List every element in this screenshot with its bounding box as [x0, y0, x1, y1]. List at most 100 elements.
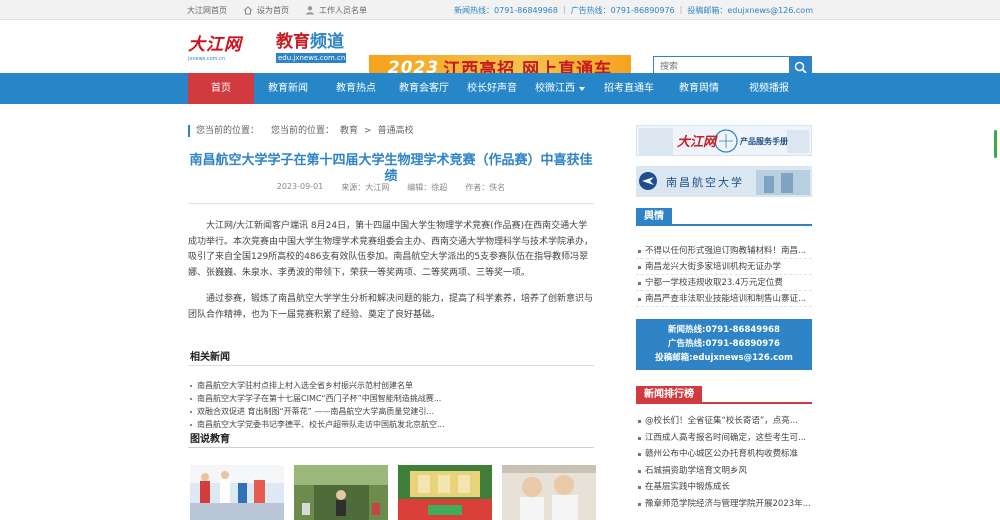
- photo-thumb[interactable]: [398, 465, 492, 520]
- scrollbar-thumb[interactable]: [994, 130, 997, 158]
- divider: [188, 203, 594, 204]
- article-paragraph: 大江网/大江新闻客户端讯 8月24日，第十四届中国大学生物理学术竞赛(作品赛)在…: [188, 221, 594, 278]
- nav-edu-opinion-label: 教育舆情: [679, 83, 719, 94]
- article-source: 来源：大江网: [341, 183, 390, 192]
- separator: |: [562, 4, 566, 14]
- dajiang-logo-url: jxnews.com.cn: [188, 56, 226, 62]
- news-hotline: 新闻热线：0791-86849968: [454, 5, 558, 15]
- list-item[interactable]: 石城捐资助学培育文明乡风: [636, 463, 812, 480]
- set-homepage-link[interactable]: 设为首页: [243, 5, 289, 16]
- chevron-down-icon: [579, 86, 585, 91]
- photo-thumb[interactable]: [502, 465, 596, 520]
- photo-thumb[interactable]: [294, 465, 388, 520]
- breadcrumb-university[interactable]: 普通高校: [378, 125, 414, 137]
- photo-outdoor-gathering: [294, 465, 388, 520]
- staff-list-link[interactable]: 工作人员名单: [305, 5, 367, 16]
- news-hotline-text: 新闻热线:0791-86849968: [668, 325, 780, 335]
- nav-edu-news[interactable]: 教育新闻: [254, 73, 322, 104]
- ad-hotline: 广告热线：0791-86890976: [570, 5, 675, 15]
- article-editor: 编辑：徐超: [407, 183, 448, 192]
- breadcrumb-edu[interactable]: 教育: [340, 125, 358, 137]
- list-item[interactable]: 南昌龙兴大街多家培训机构无证办学: [636, 259, 812, 275]
- nav-edu-hot-label: 教育热点: [336, 83, 376, 94]
- top-utility-bar: 大江网首页 设为首页 工作人员名单 新闻热线：0791-86849968 | 广…: [0, 0, 1000, 20]
- dajiang-logo[interactable]: 大江网 jxnews.com.cn: [188, 36, 268, 64]
- photo-students-smiling: [502, 465, 596, 520]
- list-item[interactable]: 不得以任何形式强迫订购教辅材料！南昌...: [636, 243, 812, 259]
- nav-admission[interactable]: 招考直通车: [594, 73, 664, 104]
- ad1-subtitle: 产品服务手册: [740, 137, 788, 146]
- photo-students-classroom: [190, 465, 284, 520]
- list-item[interactable]: 宁都一学校违规收取23.4万元定位费: [636, 275, 812, 291]
- yuqing-tab-header: 舆情: [636, 208, 812, 226]
- photo-edu-header: 图说教育: [188, 433, 594, 448]
- photo-edu-title: 图说教育: [190, 434, 230, 445]
- user-icon: [306, 6, 314, 15]
- ad-hotline-text: 广告热线:0791-86890976: [668, 339, 780, 349]
- set-homepage-label: 设为首页: [257, 5, 289, 15]
- list-item[interactable]: 南昌严查非法职业技能培训和制售山寨证...: [636, 291, 812, 307]
- rank-list: @校长们！全省征集“校长寄语”，点亮... 江西成人高考报名时间确定，这些考生可…: [636, 413, 812, 512]
- nav-principal-voice-label: 校长好声音: [467, 83, 517, 94]
- nav-video-label: 视频播报: [749, 83, 789, 94]
- article-date: 2023-09-01: [276, 182, 324, 191]
- nav-edu-lounge[interactable]: 教育会客厅: [390, 73, 458, 104]
- separator: |: [679, 4, 683, 14]
- list-item[interactable]: 赣州公布中心城区公办托育机构收费标准: [636, 446, 812, 463]
- nav-home-label: 首页: [211, 83, 231, 94]
- edu-logo-url: edu.jxnews.com.cn: [276, 53, 346, 63]
- article-paragraph: 通过参赛，锻炼了南昌航空大学学生分析和解决问题的能力，提高了科学素养，培养了创新…: [188, 294, 594, 320]
- photo-campus-aerial: [398, 465, 492, 520]
- edu-logo-part-b: 频道: [310, 32, 344, 52]
- search-icon: [794, 61, 807, 74]
- staff-list-label: 工作人员名单: [319, 5, 367, 15]
- dajiang-home-link[interactable]: 大江网首页: [187, 5, 227, 16]
- home-icon: [243, 5, 253, 14]
- list-item[interactable]: 双融合双促进 育出制图“开蒂花” ——南昌航空大学高质量党建引...: [188, 405, 594, 418]
- submission-email[interactable]: 投稿邮箱：edujxnews@126.com: [687, 5, 813, 16]
- list-item[interactable]: @校长们！全省征集“校长寄语”，点亮...: [636, 413, 812, 430]
- nav-xiaowei-label: 校微江西: [535, 83, 575, 94]
- email-text[interactable]: 投稿邮箱:edujxnews@126.com: [636, 351, 812, 365]
- breadcrumb-label: 您当前的位置：: [196, 126, 260, 136]
- list-item[interactable]: 南昌航空大学党委书记李德平、校长卢超带队走访中国航发北京航空...: [188, 418, 594, 431]
- breadcrumb-location: 您当前的位置：: [271, 126, 335, 136]
- rank-tab[interactable]: 新闻排行榜: [636, 386, 702, 404]
- nav-video[interactable]: 视频播报: [734, 73, 804, 104]
- list-item[interactable]: 南昌航空大学驻村点排上村入选全省乡村振兴示范村创建名单: [188, 379, 594, 392]
- nav-admission-label: 招考直通车: [604, 83, 654, 94]
- main-nav: 首页 教育新闻 教育热点 教育会客厅 校长好声音 校微江西 招考直通车 教育舆情…: [0, 73, 1000, 104]
- breadcrumb: 您当前的位置： 您当前的位置： 教育 > 普通高校: [188, 125, 414, 137]
- ad2-text: 南昌航空大学: [666, 176, 744, 189]
- breadcrumb-sep: >: [364, 126, 372, 136]
- article-author: 作者：佚名: [465, 183, 506, 192]
- site-header: 大江网 jxnews.com.cn 教育频道 edu.jxnews.com.cn…: [0, 20, 1000, 80]
- list-item[interactable]: 豫章师范学院经济与管理学院开展2023年...: [636, 496, 812, 513]
- edu-channel-logo[interactable]: 教育频道 edu.jxnews.com.cn: [276, 32, 346, 66]
- dajiang-home-label: 大江网首页: [187, 5, 227, 15]
- nav-edu-lounge-label: 教育会客厅: [399, 83, 449, 94]
- rank-tab-header: 新闻排行榜: [636, 386, 812, 404]
- ad1-logo-text: 大江网: [677, 135, 717, 150]
- nav-xiaowei-jiangxi[interactable]: 校微江西: [526, 73, 594, 104]
- nav-edu-news-label: 教育新闻: [268, 83, 308, 94]
- nav-principal-voice[interactable]: 校长好声音: [458, 73, 526, 104]
- photo-thumb[interactable]: [190, 465, 284, 520]
- nav-home[interactable]: 首页: [188, 73, 254, 104]
- article-meta: 2023-09-01 来源：大江网 编辑：徐超 作者：佚名: [188, 182, 594, 193]
- related-news-list: 南昌航空大学驻村点排上村入选全省乡村振兴示范村创建名单 南昌航空大学学子在第十七…: [188, 379, 594, 431]
- related-news-header: 相关新闻: [188, 351, 594, 366]
- yuqing-list: 不得以任何形式强迫订购教辅材料！南昌... 南昌龙兴大街多家培训机构无证办学 宁…: [636, 243, 812, 307]
- nav-edu-opinion[interactable]: 教育舆情: [664, 73, 734, 104]
- contact-box: 新闻热线:0791-86849968 广告热线:0791-86890976 投稿…: [636, 319, 812, 370]
- article-title: 南昌航空大学学子在第十四届大学生物理学术竞赛（作品赛）中喜获佳绩: [189, 153, 593, 184]
- dajiang-logo-text: 大江网: [188, 35, 242, 55]
- yuqing-tab[interactable]: 舆情: [636, 208, 672, 226]
- nav-edu-hot[interactable]: 教育热点: [322, 73, 390, 104]
- list-item[interactable]: 江西成人高考报名时间确定，这些考生可...: [636, 430, 812, 447]
- nchang-aero-ad[interactable]: 南昌航空大学: [636, 166, 812, 197]
- list-item[interactable]: 在基层实践中锻炼成长: [636, 479, 812, 496]
- edu-logo-part-a: 教育: [276, 32, 310, 52]
- product-manual-ad[interactable]: 大江网 产品服务手册: [636, 125, 812, 156]
- list-item[interactable]: 南昌航空大学学子在第十七届CIMC“西门子杯”中国智能制造挑战赛...: [188, 392, 594, 405]
